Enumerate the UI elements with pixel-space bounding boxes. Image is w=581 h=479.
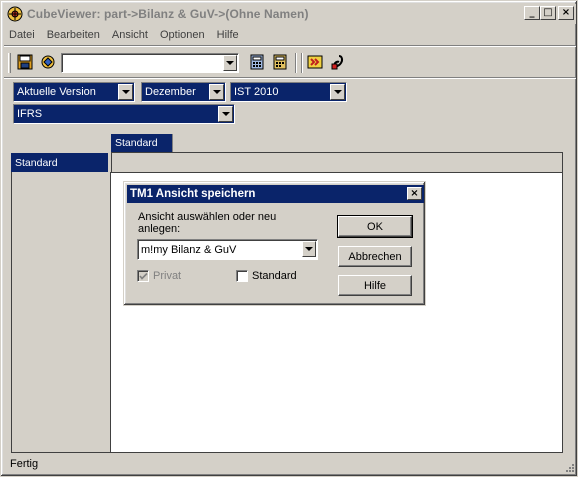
window-title: CubeViewer: part->Bilanz & GuV->(Ohne Na… — [27, 7, 309, 21]
toolbar-separator — [301, 53, 303, 73]
calculator-button[interactable] — [247, 53, 267, 73]
cancel-button-label: Abbrechen — [348, 250, 402, 263]
dialog-title-bar[interactable]: TM1 Ansicht speichern × — [127, 185, 424, 203]
row-dimension-label: Standard — [15, 156, 58, 169]
minimize-icon: _ — [529, 7, 535, 18]
menu-bar: Datei Bearbeiten Ansicht Optionen Hilfe — [4, 26, 245, 44]
close-button[interactable]: × — [558, 6, 574, 20]
cube-app-icon — [7, 6, 23, 22]
column-dimension-label: Standard — [115, 137, 158, 149]
cubeviewer-window: CubeViewer: part->Bilanz & GuV->(Ohne Na… — [0, 0, 578, 477]
resize-grip-icon[interactable] — [564, 462, 574, 472]
calculator-icon — [249, 54, 265, 73]
checkmark-icon — [138, 272, 148, 280]
status-text: Fertig — [10, 458, 39, 470]
toolbar-separator — [295, 53, 297, 73]
month-dimension-value: Dezember — [145, 86, 196, 98]
view-selector-dropdown-button[interactable] — [223, 55, 237, 71]
row-dimension-tab[interactable]: Standard — [11, 153, 108, 172]
row-header-area — [11, 172, 111, 453]
standard-dimension-combo[interactable]: IFRS — [13, 104, 235, 124]
column-header-bar — [111, 152, 563, 173]
standard-checkbox-label[interactable]: Standard — [252, 270, 297, 282]
standard-checkbox-row[interactable]: Standard — [236, 270, 297, 282]
toolbar-grip[interactable] — [8, 53, 11, 73]
title-bar[interactable]: CubeViewer: part->Bilanz & GuV->(Ohne Na… — [4, 4, 576, 24]
menu-separator — [4, 45, 576, 47]
ok-button-label: OK — [367, 220, 383, 233]
column-dimension-tab[interactable]: Standard — [111, 134, 173, 152]
format-icon — [330, 54, 346, 73]
version-dimension-value: Aktuelle Version — [17, 86, 96, 98]
export-button[interactable] — [305, 53, 325, 73]
view-selector-combo[interactable] — [61, 53, 239, 73]
chevron-down-icon — [226, 61, 234, 65]
ok-button[interactable]: OK — [337, 215, 413, 238]
month-dimension-combo[interactable]: Dezember — [141, 82, 226, 102]
view-name-combo[interactable]: m!my Bilanz & GuV — [137, 239, 318, 260]
save-view-icon — [17, 54, 33, 73]
menu-hilfe[interactable]: Hilfe — [211, 29, 245, 41]
menu-bearbeiten[interactable]: Bearbeiten — [41, 29, 106, 41]
chevron-down-icon — [333, 90, 342, 94]
open-view-button[interactable] — [38, 53, 58, 73]
chevron-down-icon — [212, 90, 221, 94]
private-checkbox-row: Privat — [137, 270, 181, 282]
view-name-dropdown-button[interactable] — [302, 241, 316, 257]
recalc-button[interactable] — [270, 53, 290, 73]
standard-dropdown-button[interactable] — [218, 106, 233, 122]
chevron-down-icon — [221, 112, 230, 116]
private-checkbox — [137, 270, 149, 282]
recalc-icon — [272, 54, 288, 73]
menu-optionen[interactable]: Optionen — [154, 29, 211, 41]
chevron-down-icon — [305, 247, 313, 251]
export-icon — [307, 54, 323, 73]
maximize-icon: □ — [543, 7, 553, 18]
cancel-button[interactable]: Abbrechen — [338, 246, 412, 267]
status-bar: Fertig — [4, 454, 576, 474]
menu-ansicht[interactable]: Ansicht — [106, 29, 154, 41]
private-checkbox-label: Privat — [153, 270, 182, 282]
save-view-button[interactable] — [15, 53, 35, 73]
toolbar-separator-line — [4, 77, 576, 79]
save-view-dialog: TM1 Ansicht speichern × Ansicht auswähle… — [123, 181, 426, 306]
standard-dimension-value: IFRS — [17, 108, 43, 120]
standard-checkbox[interactable] — [236, 270, 248, 282]
view-prompt-label: Ansicht auswählen oder neu anlegen: — [138, 211, 277, 235]
minimize-button[interactable]: _ — [524, 6, 540, 20]
help-button-label: Hilfe — [363, 279, 386, 292]
version-dimension-combo[interactable]: Aktuelle Version — [13, 82, 135, 102]
chevron-down-icon — [121, 90, 130, 94]
close-icon: × — [410, 187, 419, 199]
open-view-icon — [40, 54, 56, 73]
close-icon: × — [561, 7, 571, 18]
help-button[interactable]: Hilfe — [338, 275, 412, 296]
format-button[interactable] — [328, 53, 348, 73]
menu-datei[interactable]: Datei — [4, 29, 41, 41]
scenario-dropdown-button[interactable] — [330, 84, 345, 100]
view-name-value: m!my Bilanz & GuV — [141, 243, 237, 256]
toolbar — [4, 49, 576, 77]
maximize-button[interactable]: □ — [540, 6, 556, 20]
version-dropdown-button[interactable] — [118, 84, 133, 100]
scenario-dimension-combo[interactable]: IST 2010 — [230, 82, 347, 102]
dialog-title: TM1 Ansicht speichern — [130, 188, 256, 200]
dialog-close-button[interactable]: × — [407, 187, 422, 200]
scenario-dimension-value: IST 2010 — [234, 86, 279, 98]
month-dropdown-button[interactable] — [209, 84, 224, 100]
